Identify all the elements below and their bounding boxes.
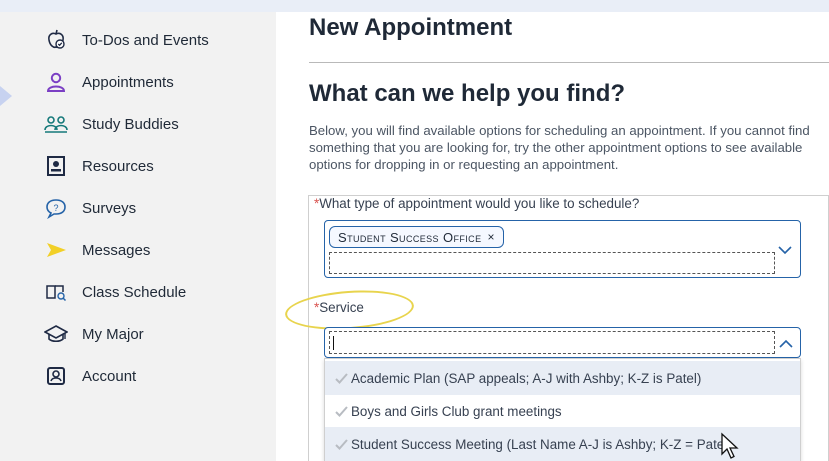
page-title: New Appointment [309, 14, 513, 41]
mouse-pointer-icon [721, 432, 739, 459]
sidebar-item-messages[interactable]: Messages [44, 236, 150, 264]
chip-label: Student Success Office [338, 229, 482, 245]
appointment-type-select[interactable]: Student Success Office × [324, 220, 801, 278]
service-label: *Service [314, 300, 364, 315]
check-icon [325, 438, 351, 450]
sidebar-item-label: Messages [82, 241, 151, 259]
section-title: What can we help you find? [309, 80, 626, 107]
service-option-label: Student Success Meeting (Last Name A-J i… [351, 436, 728, 452]
appointment-type-label: *What type of appointment would you like… [314, 196, 639, 211]
todos-apple-icon [44, 28, 68, 52]
svg-text:?: ? [53, 203, 58, 213]
sidebar-item-label: To-Dos and Events [82, 31, 209, 49]
chevron-up-icon[interactable] [779, 336, 793, 350]
appointment-type-search-input[interactable] [329, 252, 775, 274]
selected-type-chip: Student Success Office × [329, 226, 504, 248]
sidebar-item-label: Account [82, 367, 137, 385]
service-label-text: Service [319, 300, 364, 315]
title-divider [309, 62, 829, 63]
text-caret [333, 336, 334, 350]
appointment-type-label-text: What type of appointment would you like … [319, 196, 640, 211]
service-select[interactable] [324, 327, 801, 358]
sidebar-item-label: Resources [82, 157, 154, 175]
people-icon [44, 112, 68, 136]
sidebar-item-label: My Major [82, 325, 144, 343]
check-icon [325, 405, 351, 417]
sidebar-item-todos[interactable]: To-Dos and Events [44, 26, 209, 54]
person-icon [44, 70, 68, 94]
service-option[interactable]: Academic Plan (SAP appeals; A-J with Ash… [325, 361, 800, 395]
sidebar-item-surveys[interactable]: ? Surveys [44, 194, 136, 222]
sidebar-item-resources[interactable]: Resources [44, 152, 154, 180]
intro-text: Below, you will find available options f… [309, 123, 810, 172]
sidebar-item-appointments[interactable]: Appointments [44, 68, 174, 96]
main-content: New Appointment What can we help you fin… [276, 0, 829, 461]
service-option[interactable]: Boys and Girls Club grant meetings [325, 394, 800, 428]
sidebar-item-label: Class Schedule [82, 283, 187, 301]
sidebar-item-label: Surveys [82, 199, 137, 217]
book-icon [44, 280, 68, 304]
sidebar-item-account[interactable]: Account [44, 362, 136, 390]
main-top-strip [276, 0, 829, 12]
chevron-down-icon[interactable] [778, 243, 792, 257]
account-icon [44, 364, 68, 388]
sidebar-item-label: Appointments [82, 73, 174, 91]
question-bubble-icon: ? [44, 196, 68, 220]
sidebar-item-label: Study Buddies [82, 115, 179, 133]
check-icon [325, 372, 351, 384]
service-option-label: Academic Plan (SAP appeals; A-J with Ash… [351, 370, 702, 386]
paper-plane-icon [44, 238, 68, 262]
sidebar-item-class-schedule[interactable]: Class Schedule [44, 278, 186, 306]
sidebar-item-study-buddies[interactable]: Study Buddies [44, 110, 179, 138]
sidebar-top-strip [0, 0, 276, 12]
service-option-label: Boys and Girls Club grant meetings [351, 403, 562, 419]
id-card-icon [44, 154, 68, 178]
sidebar: To-Dos and Events Appointments Study Bud… [0, 0, 276, 461]
sidebar-item-my-major[interactable]: My Major [44, 320, 144, 348]
collapse-arrow-icon[interactable] [0, 86, 12, 106]
remove-chip-icon[interactable]: × [487, 230, 494, 244]
graduation-cap-icon [44, 322, 68, 346]
service-search-input[interactable] [329, 331, 775, 354]
